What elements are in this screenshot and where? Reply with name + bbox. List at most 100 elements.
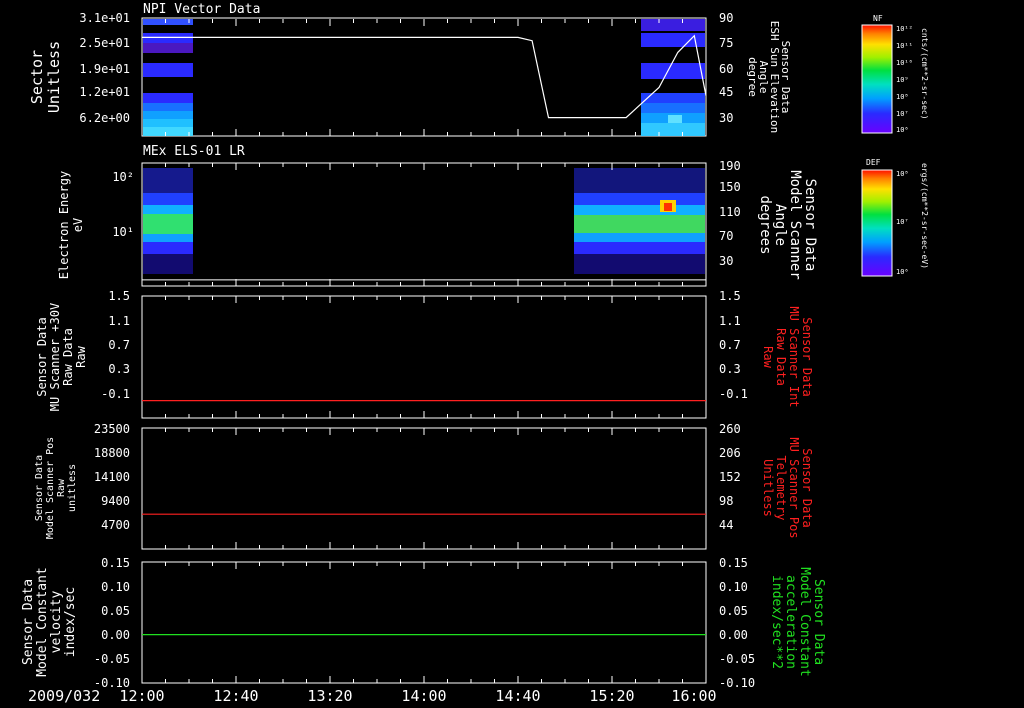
svg-text:acceleration: acceleration: [783, 575, 798, 669]
panel-mex-els: MEx ELS-01 LR 10² 10¹ 190 150 110 70 30 …: [57, 144, 929, 287]
svg-text:MU Scanner Int: MU Scanner Int: [787, 306, 801, 407]
left-tick: 0.7: [108, 338, 130, 352]
right-axis-label: Sensor Data MU Scanner Pos Telemetry Uni…: [761, 437, 814, 538]
right-tick: 110: [719, 205, 741, 219]
right-tick: 150: [719, 180, 741, 194]
svg-text:index/sec: index/sec: [63, 587, 78, 657]
svg-text:Raw: Raw: [761, 346, 775, 368]
right-axis-label: Sensor Data MU Scanner Int Raw Data Raw: [761, 306, 814, 407]
right-tick: 30: [719, 111, 733, 125]
time-tick-label: 13:20: [307, 687, 352, 705]
colorbar-tick: 10¹¹: [896, 42, 913, 50]
plot-frame: [141, 427, 707, 550]
svg-text:index/sec**2: index/sec**2: [769, 575, 784, 669]
left-tick: -0.1: [101, 387, 130, 401]
right-tick: 60: [719, 62, 733, 76]
svg-text:Sensor Data: Sensor Data: [21, 579, 36, 665]
svg-text:Sensor Data: Sensor Data: [802, 179, 818, 272]
right-tick: 70: [719, 229, 733, 243]
colorbar-title: DEF: [866, 158, 881, 167]
right-axis-label: Sensor Data Model Constant acceleration …: [769, 567, 826, 677]
left-tick: 6.2e+00: [79, 111, 130, 125]
colorbar-tick: 10⁹: [896, 76, 909, 84]
svg-text:Unitless: Unitless: [45, 41, 63, 113]
left-tick: 14100: [94, 470, 130, 484]
colorbar-unit: ergs/(cm**2-sr-sec-eV): [920, 163, 929, 269]
colorbar-tick: 10¹²: [896, 25, 913, 33]
svg-text:velocity: velocity: [49, 591, 64, 654]
right-tick: 152: [719, 470, 741, 484]
colorbar-tick: 10¹⁰: [896, 59, 913, 67]
panel-title-mex: MEx ELS-01 LR: [143, 144, 245, 159]
time-axis: 2009/032 12:00 12:40 13:20 14:00 14:40 1…: [28, 687, 717, 705]
right-tick: 190: [719, 159, 741, 173]
left-ticks: 0.15 0.10 0.05 0.00 -0.05 -0.10: [94, 556, 130, 690]
left-tick: 1.1: [108, 314, 130, 328]
left-ticks: 23500 18800 14100 9400 4700: [94, 422, 130, 532]
left-tick: 18800: [94, 446, 130, 460]
panel-npi-vector: NPI Vector Data 3.1e+01 2.5e+01 1.9e+01 …: [28, 2, 929, 137]
colorbar-tick: 10⁷: [896, 218, 909, 226]
left-axis-label: Sector Unitless: [28, 41, 63, 113]
right-tick: -0.10: [719, 676, 755, 690]
svg-text:Sensor Data: Sensor Data: [800, 317, 814, 396]
colorbar-nf: NF 10¹² 10¹¹ 10¹⁰ 10⁹ 10⁸ 10⁷ 10⁶ cnts/(…: [861, 14, 929, 134]
right-tick: 45: [719, 85, 733, 99]
svg-text:Sensor Data: Sensor Data: [35, 317, 49, 396]
left-axis-label: Sensor Data Model Scanner Pos Raw unitle…: [34, 437, 78, 539]
colorbar-tick: 10⁶: [896, 268, 909, 276]
colorbar-gradient: [861, 24, 893, 134]
left-tick: 0.15: [101, 556, 130, 570]
svg-text:Raw: Raw: [56, 478, 67, 497]
right-ticks: 190 150 110 70 30: [719, 159, 741, 268]
svg-text:Raw: Raw: [74, 345, 88, 367]
right-tick: 75: [719, 36, 733, 50]
right-tick: -0.1: [719, 387, 748, 401]
left-tick: 0.00: [101, 628, 130, 642]
svg-text:Electron Energy: Electron Energy: [57, 171, 71, 279]
right-tick: 0.00: [719, 628, 748, 642]
colorbar-unit: cnts/(cm**2-sr-sec): [920, 28, 929, 120]
svg-text:Angle: Angle: [772, 204, 788, 246]
svg-text:Model Constant: Model Constant: [797, 567, 812, 677]
svg-text:Model Scanner Pos: Model Scanner Pos: [45, 437, 56, 539]
right-axis-label: Sensor Data Model Scanner Angle degrees: [757, 170, 818, 280]
colorbar-title: NF: [873, 14, 883, 23]
svg-text:Model Constant: Model Constant: [35, 567, 50, 677]
right-ticks: 1.5 1.1 0.7 0.3 -0.1: [719, 289, 748, 401]
time-tick-label: 12:40: [213, 687, 258, 705]
plot-frame: [141, 17, 707, 137]
panel-title-npi: NPI Vector Data: [143, 2, 260, 17]
left-tick: 1.9e+01: [79, 62, 130, 76]
left-tick: 10²: [112, 170, 134, 184]
right-ticks: 260 206 152 98 44: [719, 422, 741, 532]
svg-text:unitless: unitless: [67, 464, 78, 512]
left-ticks: 10² 10¹: [112, 170, 134, 239]
plot-frame: [141, 295, 707, 419]
right-ticks: 90 75 60 45 30: [719, 11, 733, 125]
right-tick: 30: [719, 254, 733, 268]
panel-mu-scanner-30v: 1.5 1.1 0.7 0.3 -0.1 1.5 1.1 0.7 0.3 -0.…: [35, 289, 814, 419]
right-axis-label: Sensor Data ESH Sun Elevation Angle degr…: [746, 21, 792, 134]
time-tick-label: 15:20: [589, 687, 634, 705]
left-ticks: 1.5 1.1 0.7 0.3 -0.1: [101, 289, 130, 401]
right-tick: 1.1: [719, 314, 741, 328]
time-tick-label: 14:40: [495, 687, 540, 705]
right-tick: 206: [719, 446, 741, 460]
svg-text:Sensor Data: Sensor Data: [34, 455, 45, 521]
svg-text:Raw Data: Raw Data: [774, 328, 788, 386]
svg-text:MU Scanner Pos: MU Scanner Pos: [787, 437, 801, 538]
left-axis-label: Sensor Data MU Scanner +30V Raw Data Raw: [35, 303, 88, 411]
right-tick: 1.5: [719, 289, 741, 303]
left-ticks: 3.1e+01 2.5e+01 1.9e+01 1.2e+01 6.2e+00: [79, 11, 130, 125]
panel-model-constant: 0.15 0.10 0.05 0.00 -0.05 -0.10 0.15 0.1…: [21, 556, 826, 690]
colorbar-tick: 10⁸: [896, 93, 909, 101]
left-tick: 0.10: [101, 580, 130, 594]
svg-text:Telemetry: Telemetry: [774, 455, 788, 520]
left-axis-label: Sensor Data Model Constant velocity inde…: [21, 567, 78, 677]
left-tick: 1.2e+01: [79, 85, 130, 99]
plot-frame: [141, 561, 707, 684]
date-label: 2009/032: [28, 687, 100, 705]
left-tick: -0.05: [94, 652, 130, 666]
left-tick: 0.3: [108, 362, 130, 376]
